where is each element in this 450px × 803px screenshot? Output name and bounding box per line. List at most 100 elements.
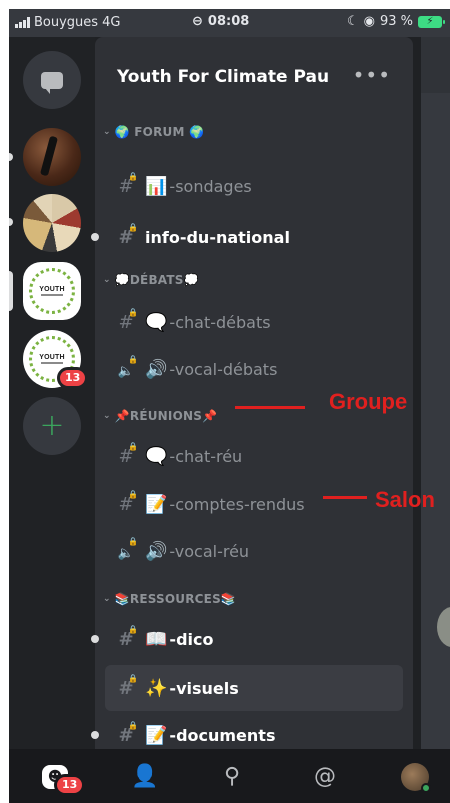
link-icon: ⊖ [192,14,203,29]
channel-documents[interactable]: # 🔒 📝 -documents [115,718,405,752]
voice-channel-icon: 🔈 🔒 [117,536,138,561]
chat-header [421,37,450,93]
channel-name: -vocal-réu [169,541,250,561]
clock: ⊖ 08:08 [192,14,249,29]
memo-icon: 📝 [145,493,168,515]
category-ressources[interactable]: ⌄ 📚RESSOURCES📚 [103,592,236,606]
text-channel-icon: # 🔒 [118,489,138,515]
channel-name: -vocal-débats [169,359,278,379]
category-label: 💭DÉBATS💭 [114,273,199,287]
channel-visuels[interactable]: # 🔒 ✨ -visuels [105,665,403,711]
unread-indicator [91,635,99,643]
speech-bubble-icon: 🗨️ [145,311,168,333]
chevron-down-icon: ⌄ [103,275,111,285]
speaker-icon: 🔊 [145,540,168,562]
text-channel-icon: # 🔒 [118,171,138,197]
text-channel-icon: # 🔒 [118,441,138,467]
bottom-nav: ☻ 13 👤 ⚲ @ [9,749,450,803]
category-label: 📌RÉUNIONS📌 [114,409,218,423]
channel-vocal-reu[interactable]: 🔈 🔒 🔊 -vocal-réu [115,534,405,568]
moon-icon: ☾ [346,14,359,29]
channel-annotation: Salon [375,487,435,512]
search-icon: ⚲ [223,763,241,789]
chat-panel-edge[interactable] [421,37,450,749]
selected-indicator [9,271,13,311]
channel-info-du-national[interactable]: # 🔒 info-du-national [115,220,405,254]
direct-messages-button[interactable] [23,51,81,109]
server-icon-youth-for-climate-pau[interactable]: YOUTH [23,262,81,320]
chat-bubble-icon [41,71,63,94]
server-icon-photo-1[interactable] [23,128,81,186]
friends-button[interactable]: 👤 [127,759,163,793]
category-label: 🌍 FORUM 🌍 [114,125,205,139]
profile-button[interactable] [401,763,431,793]
chevron-down-icon: ⌄ [103,411,111,421]
signal-icon [15,17,30,28]
channel-name: -comptes-rendus [169,494,305,514]
channel-name: -sondages [169,176,252,196]
chart-icon: 📊 [145,175,168,197]
channel-comptes-rendus[interactable]: # 🔒 📝 -comptes-rendus [115,487,405,521]
speech-bubble-icon: 🗨️ [145,445,168,467]
time: 08:08 [207,14,250,29]
text-channel-icon: # 🔒 [118,673,138,699]
status-icons: ☾ ◉ 93 % ⚡ [346,14,445,29]
voice-channel-icon: 🔈 🔒 [117,354,138,379]
category-reunions[interactable]: ⌄ 📌RÉUNIONS📌 [103,409,217,423]
text-channel-icon: # 🔒 [118,720,138,746]
chevron-down-icon: ⌄ [103,594,111,604]
channel-name: -chat-réu [169,446,243,466]
sparkles-icon: ✨ [145,677,168,699]
server-icon-photo-2[interactable] [23,194,81,252]
channel-name: -documents [169,725,276,745]
carrier-name: Bouygues [34,15,99,30]
channel-annotation-line [323,496,367,499]
home-badge: 13 [54,774,86,796]
channel-sondages[interactable]: # 🔒 📊 -sondages [115,169,405,203]
speaker-icon: 🔊 [145,358,168,380]
server-rail: YOUTH YOUTH 13 + [9,37,95,749]
book-icon: 📖 [145,628,168,650]
online-status-icon [421,783,431,793]
category-label: 📚RESSOURCES📚 [114,592,237,606]
phone-screen: Bouygues 4G ⊖ 08:08 ☾ ◉ 93 % ⚡ YOUTH YOU… [9,9,450,803]
status-bar: Bouygues 4G ⊖ 08:08 ☾ ◉ 93 % ⚡ [9,9,450,37]
plus-icon: + [39,408,65,443]
category-forum[interactable]: ⌄ 🌍 FORUM 🌍 [103,125,204,139]
network-type: 4G [102,15,121,30]
unread-indicator [91,233,99,241]
group-annotation-line [235,406,305,409]
channel-name: -chat-débats [169,312,271,332]
message-avatar [437,607,450,647]
text-channel-icon: # 🔒 [118,222,138,248]
text-channel-icon: # 🔒 [118,624,138,650]
mentions-button[interactable]: @ [307,759,343,793]
channel-name: -visuels [169,678,239,698]
channel-chat-debats[interactable]: # 🔒 🗨️ -chat-débats [115,305,405,339]
lock-rotation-icon: ◉ [363,14,375,29]
battery-icon: ⚡ [418,15,445,28]
server-title[interactable]: Youth For Climate Pau [117,67,329,87]
unread-indicator [91,731,99,739]
group-annotation: Groupe [329,389,408,414]
mentions-icon: @ [314,763,336,789]
battery-percent: 93 % [379,14,413,29]
channel-name: info-du-national [145,227,290,247]
more-options-button[interactable]: ••• [353,63,391,87]
unread-indicator [9,218,13,226]
chevron-down-icon: ⌄ [103,127,111,137]
search-button[interactable]: ⚲ [214,759,250,793]
carrier-info: Bouygues 4G [15,15,120,30]
add-server-button[interactable]: + [23,397,81,455]
channel-chat-reu[interactable]: # 🔒 🗨️ -chat-réu [115,439,405,473]
friends-icon: 👤 [131,763,159,789]
mention-badge: 13 [57,367,89,389]
channel-dico[interactable]: # 🔒 📖 -dico [115,622,405,656]
leaf-logo: YOUTH [29,268,75,314]
channel-name: -dico [169,629,214,649]
category-debats[interactable]: ⌄ 💭DÉBATS💭 [103,273,199,287]
text-channel-icon: # 🔒 [118,307,138,333]
memo-icon: 📝 [145,724,168,746]
unread-indicator [9,153,13,161]
channel-vocal-debats[interactable]: 🔈 🔒 🔊 -vocal-débats [115,352,405,386]
